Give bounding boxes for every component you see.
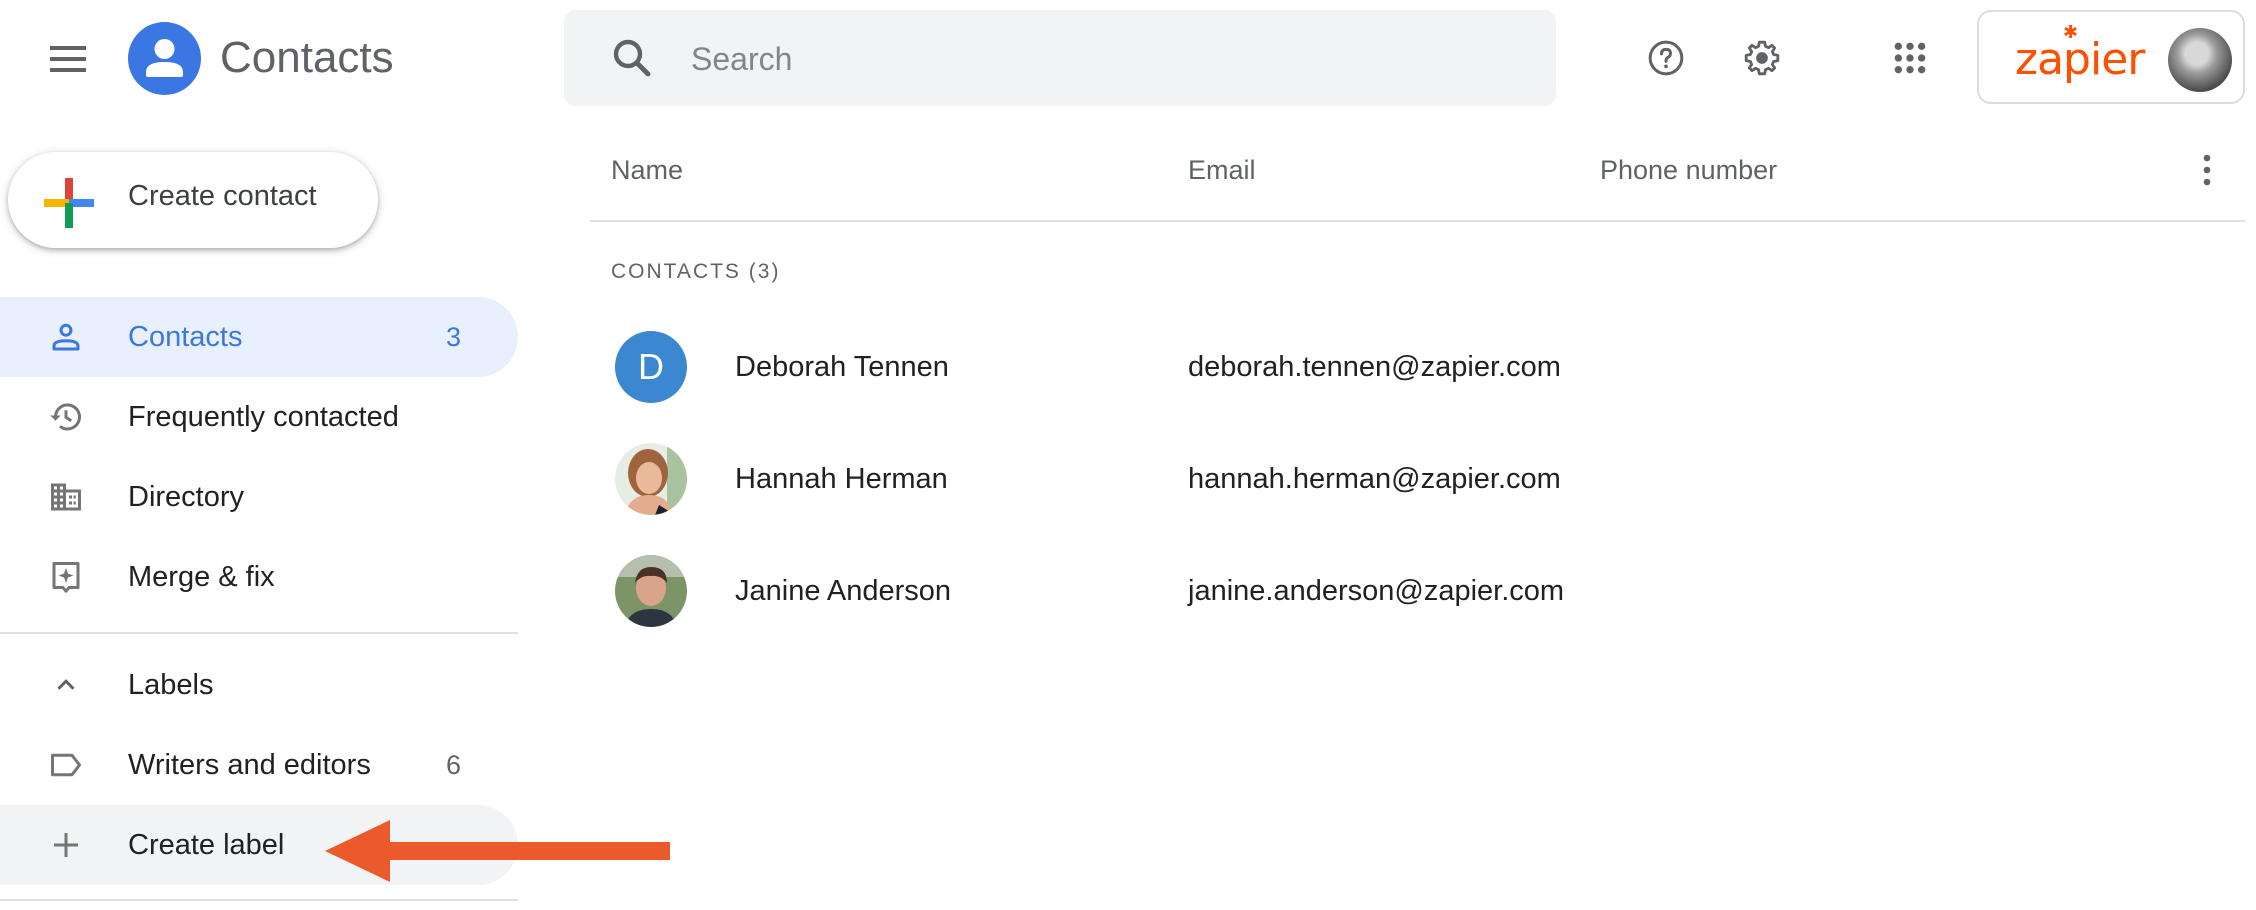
labels-section-toggle[interactable]: Labels xyxy=(0,645,518,725)
sidebar-item-label: Merge & fix xyxy=(128,561,275,593)
merge-fix-icon xyxy=(52,562,80,593)
colorful-plus-icon xyxy=(44,178,94,228)
avatar xyxy=(615,443,687,515)
column-header-phone[interactable]: Phone number xyxy=(1600,152,1777,188)
menu-icon-bar xyxy=(50,68,86,72)
help-button[interactable] xyxy=(1638,30,1694,86)
zapier-logo: zapier xyxy=(2015,34,2145,85)
create-contact-button[interactable]: Create contact xyxy=(8,152,378,248)
sidebar-item-directory[interactable]: Directory xyxy=(0,457,518,537)
chevron-up-icon xyxy=(57,679,75,690)
label-count: 6 xyxy=(446,750,462,780)
sidebar-item-label: Directory xyxy=(128,481,245,513)
contact-email: janine.anderson@zapier.com xyxy=(1188,575,1565,607)
building-icon xyxy=(51,483,81,511)
sidebar-item-frequently-contacted[interactable]: Frequently contacted xyxy=(0,377,518,457)
sidebar-item-label: Contacts xyxy=(128,321,243,353)
contact-name: Janine Anderson xyxy=(735,575,952,607)
create-label-label: Create label xyxy=(128,829,285,861)
history-icon xyxy=(50,403,81,431)
contact-row[interactable]: D Deborah Tennen deborah.tennen@zapier.c… xyxy=(590,311,2245,423)
avatar-photo-icon xyxy=(615,555,687,627)
contact-name: Deborah Tennen xyxy=(735,351,949,383)
person-glyph-icon xyxy=(146,39,183,77)
contacts-logo-icon[interactable] xyxy=(128,22,201,95)
labels-header: Labels xyxy=(128,669,214,701)
account-avatar[interactable] xyxy=(2168,28,2232,92)
search-bar[interactable] xyxy=(564,10,1556,108)
sidebar-item-contacts[interactable]: Contacts 3 xyxy=(0,297,518,377)
label-icon xyxy=(51,753,81,777)
help-icon xyxy=(1648,40,1684,76)
column-header-email[interactable]: Email xyxy=(1188,152,1256,188)
avatar-photo-icon xyxy=(615,443,687,515)
more-options-icon[interactable] xyxy=(2192,150,2222,190)
avatar xyxy=(615,555,687,627)
search-icon[interactable] xyxy=(608,34,656,82)
sidebar-item-label: Writers and editors xyxy=(128,749,371,781)
column-header-name[interactable]: Name xyxy=(611,152,683,188)
contact-email: hannah.herman@zapier.com xyxy=(1188,463,1561,495)
person-icon xyxy=(52,323,80,351)
apps-button[interactable] xyxy=(1882,30,1938,86)
avatar: D xyxy=(615,331,687,403)
sidebar-item-merge-fix[interactable]: Merge & fix xyxy=(0,537,518,617)
create-contact-label: Create contact xyxy=(128,180,317,212)
header-divider xyxy=(590,220,2245,222)
search-input[interactable] xyxy=(689,10,1513,108)
contact-row[interactable]: Janine Anderson janine.anderson@zapier.c… xyxy=(590,535,2245,647)
contact-email: deborah.tennen@zapier.com xyxy=(1188,351,1561,383)
account-switcher[interactable]: zapier ✱ xyxy=(1977,10,2245,104)
sidebar-divider xyxy=(0,899,518,901)
contact-row[interactable]: Hannah Herman hannah.herman@zapier.com xyxy=(590,423,2245,535)
zapier-asterisk-icon: ✱ xyxy=(2063,22,2079,42)
settings-icon xyxy=(1744,40,1780,76)
contact-name: Hannah Herman xyxy=(735,463,948,495)
settings-button[interactable] xyxy=(1734,30,1790,86)
contacts-count: 3 xyxy=(446,322,462,352)
apps-grid-icon xyxy=(1894,42,1926,74)
menu-icon-bar xyxy=(50,46,86,50)
sidebar-divider xyxy=(0,632,518,634)
sidebar-item-label: Frequently contacted xyxy=(128,401,399,433)
menu-icon-bar xyxy=(50,57,86,61)
sidebar-label-writers-and-editors[interactable]: Writers and editors 6 xyxy=(0,725,518,805)
app-title: Contacts xyxy=(220,33,394,82)
plus-icon xyxy=(54,833,78,857)
contacts-section-title: CONTACTS (3) xyxy=(611,260,781,283)
main-menu-button[interactable] xyxy=(48,44,88,74)
annotation-arrow-icon xyxy=(325,820,670,882)
